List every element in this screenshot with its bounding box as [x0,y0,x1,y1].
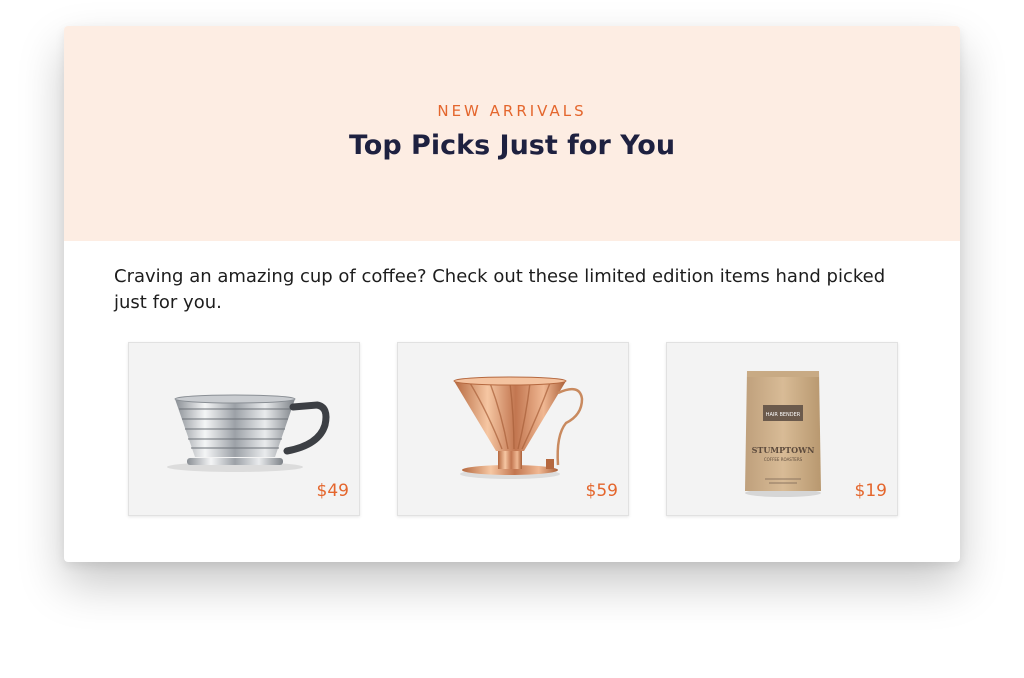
product-card-1[interactable]: $49 [128,342,360,516]
bag-subbrand: COFFEE ROASTERS [764,457,803,462]
hero-banner: NEW ARRIVALS Top Picks Just for You [64,26,960,241]
product-price: $19 [854,481,887,501]
product-card-2[interactable]: $59 [397,342,629,516]
hero-title: Top Picks Just for You [348,130,676,161]
product-price: $59 [585,481,618,501]
product-price: $49 [316,481,349,501]
intro-text: Craving an amazing cup of coffee? Check … [114,266,886,313]
bag-brand: STUMPTOWN [752,445,815,455]
product-card-3[interactable]: HAIR BENDER STUMPTOWN COFFEE ROASTERS $1… [666,342,898,516]
bag-label: HAIR BENDER [766,412,801,418]
email-card: NEW ARRIVALS Top Picks Just for You Crav… [64,26,960,562]
hero-eyebrow: NEW ARRIVALS [437,102,587,120]
